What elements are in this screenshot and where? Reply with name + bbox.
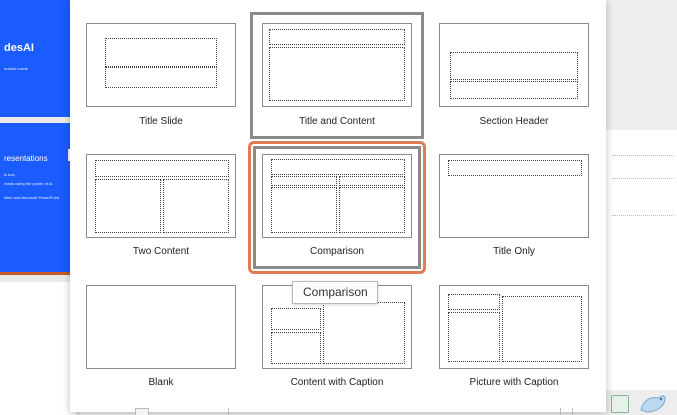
placeholder [105, 67, 217, 88]
placeholder [271, 187, 337, 233]
divider [572, 408, 573, 415]
divider [228, 408, 229, 415]
notes-icon[interactable] [611, 395, 629, 413]
layout-section-header[interactable]: Section Header [439, 23, 589, 133]
placeholder [105, 38, 217, 67]
layout-thumbnail [262, 154, 412, 238]
layout-label: Title Only [493, 246, 535, 257]
layout-thumbnail [439, 285, 589, 369]
slide-thumbnail-3[interactable] [0, 282, 76, 415]
layout-title-and-content[interactable]: Title and Content [262, 23, 412, 133]
placeholder [269, 29, 405, 45]
slide-canvas[interactable] [606, 130, 677, 390]
layout-label: Two Content [132, 246, 190, 257]
layout-two-content[interactable]: Two Content [86, 154, 236, 264]
slide-1-subtitle: eration inside [4, 66, 28, 71]
slide-thumbnail-2[interactable]: resentations ls tool. reads using the po… [0, 123, 76, 275]
layout-gallery-panel: Title Slide Title and Content Section He… [70, 0, 606, 412]
placeholder [163, 179, 229, 233]
scrollbar-stub[interactable] [135, 408, 149, 415]
placeholder-border [612, 178, 674, 179]
layout-tooltip: Comparison [292, 281, 378, 304]
layout-blank[interactable]: Blank [86, 285, 236, 395]
placeholder-border [612, 155, 674, 156]
slide-thumbnail-1[interactable]: desAI eration inside [0, 0, 76, 117]
placeholder [95, 179, 161, 233]
layout-thumbnail [439, 23, 589, 107]
placeholder [271, 176, 337, 186]
placeholder [271, 159, 405, 175]
slide-2-title: resentations [4, 154, 48, 163]
placeholder [323, 302, 405, 364]
layout-title-slide[interactable]: Title Slide [86, 23, 236, 133]
layout-label: Title Slide [139, 116, 183, 127]
layout-comparison[interactable]: Comparison [262, 154, 412, 264]
slide-1-title: desAI [4, 42, 34, 54]
placeholder [271, 308, 321, 330]
layout-thumbnail [86, 23, 236, 107]
layout-thumbnail [439, 154, 589, 238]
divider [560, 408, 561, 415]
placeholder [269, 47, 405, 101]
placeholder [271, 332, 321, 364]
layout-picture-with-caption[interactable]: Picture with Caption [439, 285, 589, 395]
placeholder [450, 81, 578, 99]
slide-thumbnail-pane: desAI eration inside resentations ls too… [0, 0, 80, 415]
layout-label: Picture with Caption [469, 377, 559, 388]
placeholder [450, 52, 578, 80]
layout-label: Content with Caption [290, 377, 384, 388]
layout-label: Blank [148, 377, 174, 388]
layout-thumbnail [86, 154, 236, 238]
placeholder [448, 312, 500, 362]
slide-2-line: reads using the power of AI. [4, 181, 54, 186]
layout-label: Title and Content [299, 116, 375, 127]
placeholder [95, 160, 229, 177]
designer-bird-icon[interactable] [637, 390, 667, 415]
placeholder [339, 187, 405, 233]
placeholder [448, 160, 582, 176]
placeholder [448, 294, 500, 310]
placeholder [339, 176, 405, 186]
layout-title-only[interactable]: Title Only [439, 154, 589, 264]
layout-label: Comparison [310, 246, 364, 257]
layout-thumbnail [86, 285, 236, 369]
placeholder [502, 296, 582, 362]
placeholder-border [612, 215, 674, 216]
layout-thumbnail [262, 23, 412, 107]
layout-label: Section Header [479, 116, 549, 127]
slide-2-line: ls tool. [4, 172, 16, 177]
slide-2-line: lides and Microsoft PowerPoint. [4, 195, 61, 200]
